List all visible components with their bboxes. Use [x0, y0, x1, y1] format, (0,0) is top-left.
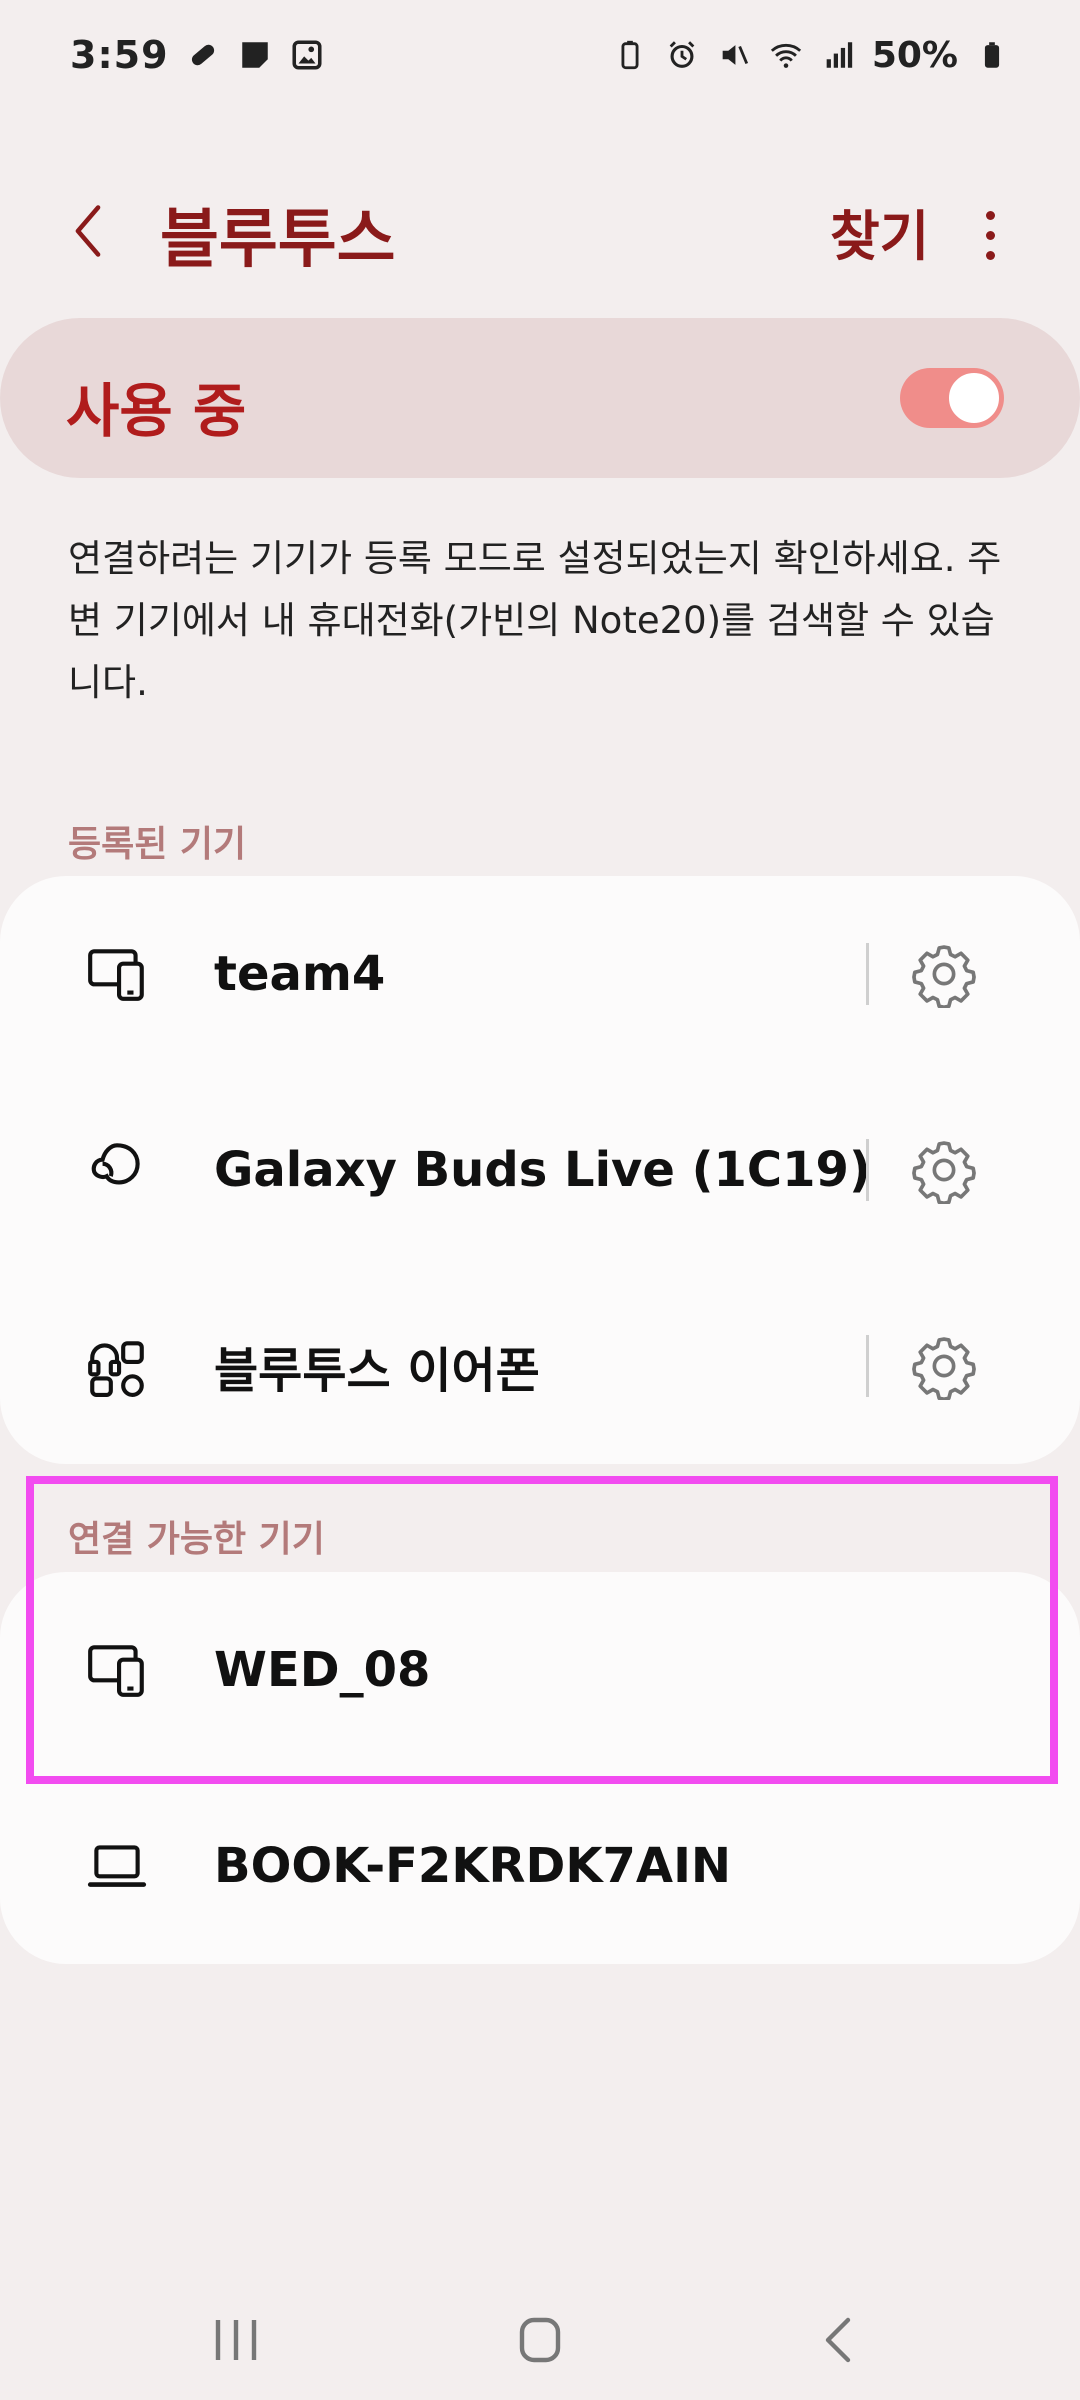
toggle-knob [946, 370, 1002, 426]
device-settings-button[interactable] [908, 1330, 980, 1402]
page-title: 블루투스 [160, 203, 396, 277]
status-right: 50% [612, 35, 1010, 76]
row-divider [866, 1335, 869, 1397]
bluetooth-master-switch-row[interactable]: 사용 중 [0, 318, 1080, 478]
status-left: 3:59 [70, 33, 325, 77]
pill-icon [185, 37, 221, 73]
device-settings-button[interactable] [908, 938, 980, 1010]
nav-back-button[interactable] [800, 2310, 880, 2370]
paired-device-row[interactable]: team4 [0, 876, 1080, 1072]
paired-devices-card: team4 Galaxy Buds Live (1C19) 블루투스 이어폰 [0, 876, 1080, 1464]
device-name: BOOK-F2KRDK7AIN [214, 1838, 732, 1894]
earbuds-icon [82, 1135, 152, 1205]
gear-icon [912, 1337, 976, 1400]
mute-icon [716, 37, 752, 73]
home-icon [519, 2317, 561, 2363]
app-bar: 블루투스 찾기 [0, 170, 1080, 290]
battery-saver-icon [612, 37, 648, 73]
device-name: Galaxy Buds Live (1C19) [214, 1142, 871, 1198]
more-dot [985, 230, 995, 240]
paired-device-row[interactable]: Galaxy Buds Live (1C19) [0, 1072, 1080, 1268]
navigation-bar [0, 2270, 1080, 2400]
battery-percent: 50% [871, 34, 958, 76]
laptop-icon [82, 1831, 152, 1901]
status-bar: 3:59 50% [0, 0, 1080, 110]
available-device-row[interactable]: WED_08 [0, 1572, 1080, 1768]
device-name: 블루투스 이어폰 [214, 1343, 540, 1399]
headset-apps-icon [82, 1331, 152, 1401]
recents-icon [215, 2320, 257, 2360]
row-divider [866, 1139, 869, 1201]
device-settings-button[interactable] [908, 1134, 980, 1206]
paired-device-row[interactable]: 블루투스 이어폰 [0, 1268, 1080, 1464]
device-name: WED_08 [214, 1642, 431, 1698]
more-dot [985, 210, 995, 220]
row-divider [866, 943, 869, 1005]
status-time: 3:59 [70, 33, 169, 77]
sticky-note-icon [237, 37, 273, 73]
master-switch-label: 사용 중 [66, 377, 247, 445]
phone-tablet-icon [82, 1635, 152, 1705]
available-devices-card: WED_08 BOOK-F2KRDK7AIN [0, 1572, 1080, 1964]
phone-tablet-icon [82, 939, 152, 1009]
home-button[interactable] [500, 2310, 580, 2370]
find-button[interactable]: 찾기 [830, 192, 929, 271]
available-device-row[interactable]: BOOK-F2KRDK7AIN [0, 1768, 1080, 1964]
gear-icon [912, 945, 976, 1008]
gear-icon [912, 1141, 976, 1204]
back-arrow-icon [825, 2317, 851, 2363]
battery-icon [974, 37, 1010, 73]
visibility-description: 연결하려는 기기가 등록 모드로 설정되었는지 확인하세요. 주변 기기에서 내… [68, 537, 1002, 704]
more-dot [985, 250, 995, 260]
paired-devices-header: 등록된 기기 [68, 824, 247, 865]
bluetooth-toggle[interactable] [900, 368, 1004, 428]
back-button[interactable] [58, 196, 118, 266]
available-devices-header: 연결 가능한 기기 [68, 1519, 325, 1560]
chevron-left-icon [75, 205, 101, 257]
alarm-icon [664, 37, 700, 73]
more-options-button[interactable] [970, 200, 1010, 270]
signal-icon [820, 37, 856, 73]
device-name: team4 [214, 946, 386, 1002]
recents-button[interactable] [196, 2310, 276, 2370]
wifi-icon [768, 37, 804, 73]
image-icon [289, 37, 325, 73]
